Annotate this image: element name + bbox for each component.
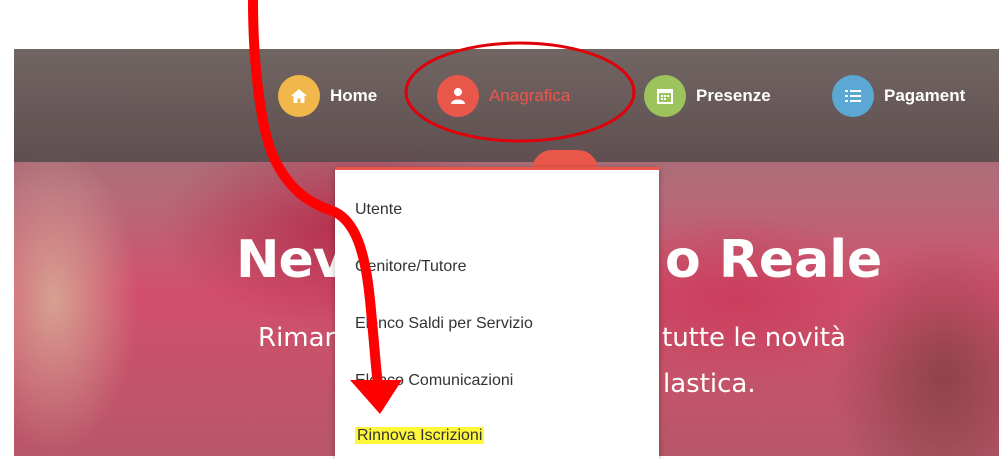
nav-label-presenze: Presenze bbox=[696, 86, 771, 105]
hero-title-right: o Reale bbox=[665, 230, 883, 290]
anagrafica-dropdown-menu: Utente Genitore/Tutore Elenco Saldi per … bbox=[335, 167, 659, 459]
dropdown-item-elenco-saldi[interactable]: Elenco Saldi per Servizio bbox=[355, 315, 533, 333]
nav-item-presenze[interactable]: Presenze bbox=[644, 73, 771, 119]
user-icon bbox=[437, 75, 479, 117]
hero-subtitle-left: Rimar bbox=[258, 323, 336, 353]
hero-subtitle-right-2: lastica. bbox=[663, 369, 756, 399]
nav-item-anagrafica[interactable]: Anagrafica bbox=[437, 73, 570, 119]
calendar-icon bbox=[644, 75, 686, 117]
nav-label-anagrafica: Anagrafica bbox=[489, 86, 571, 105]
top-navbar: Home Anagrafica Presenze Pagament bbox=[14, 49, 999, 162]
dropdown-item-elenco-comunicazioni[interactable]: Elenco Comunicazioni bbox=[355, 372, 513, 390]
nav-item-home[interactable]: Home bbox=[278, 73, 377, 119]
rinnova-iscrizioni-highlight: Rinnova Iscrizioni bbox=[355, 427, 485, 444]
dropdown-item-rinnova-iscrizioni[interactable]: Rinnova Iscrizioni bbox=[355, 427, 485, 445]
nav-item-pagamenti[interactable]: Pagament bbox=[832, 73, 965, 119]
list-icon bbox=[832, 75, 874, 117]
nav-label-pagamenti: Pagament bbox=[884, 86, 966, 105]
nav-label-home: Home bbox=[330, 86, 378, 105]
hero-title-left: Nev bbox=[236, 230, 347, 290]
dropdown-item-genitore-tutore[interactable]: Genitore/Tutore bbox=[355, 258, 466, 276]
hero-subtitle-right-1: tutte le novità bbox=[662, 323, 846, 353]
home-icon bbox=[278, 75, 320, 117]
dropdown-item-utente[interactable]: Utente bbox=[355, 201, 402, 219]
